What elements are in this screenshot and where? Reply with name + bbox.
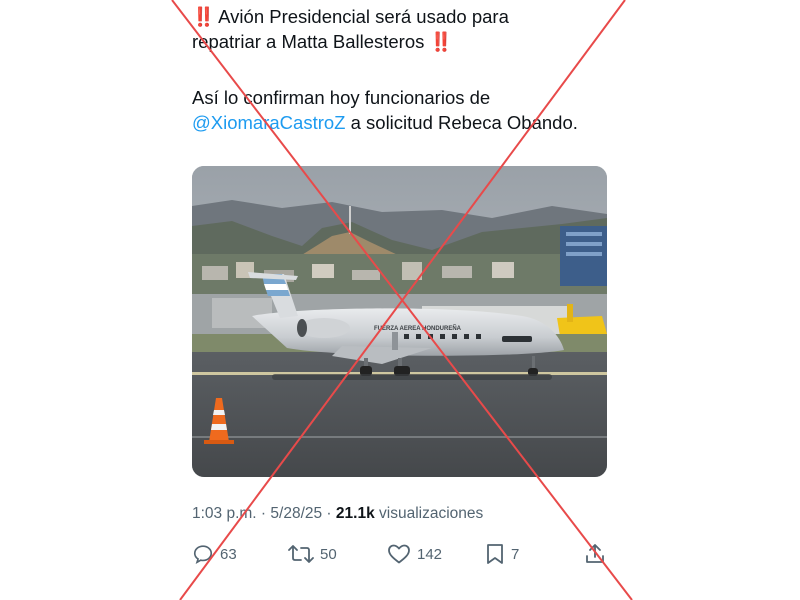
bookmark-icon <box>487 544 503 564</box>
share-button[interactable] <box>584 540 606 568</box>
tweet-line-1: ‼️ Avión Presidencial será usado para <box>192 4 622 29</box>
airplane-photo: FUERZA AEREA HONDUREÑA <box>192 166 607 477</box>
repost-button[interactable]: 50 <box>288 540 337 568</box>
plane-shadow <box>272 374 552 380</box>
speech-bubble-icon <box>193 545 213 564</box>
like-button[interactable]: 142 <box>387 540 442 568</box>
views-label: visualizaciones <box>379 505 484 522</box>
reply-count: 63 <box>220 545 237 563</box>
bookmark-count: 7 <box>511 545 520 563</box>
double-exclamation-emoji: ‼️ <box>192 6 215 27</box>
double-exclamation-emoji: ‼️ <box>429 31 453 52</box>
tweet-metadata: 1:03 p.m. · 5/28/25 · 21.1k visualizacio… <box>192 505 483 523</box>
views-count: 21.1k <box>335 505 375 522</box>
tweet-line-4-text: a solicitud Rebeca Obando. <box>345 112 578 133</box>
repost-arrows-icon <box>288 545 314 563</box>
tweet-line-3: Así lo confirman hoy funcionarios de <box>192 87 491 108</box>
tweet-line-2-text: repatriar a Matta Ballesteros <box>192 31 425 52</box>
tower <box>349 206 351 234</box>
reply-button[interactable]: 63 <box>192 540 237 568</box>
tweet-line-1-text: Avión Presidencial será usado para <box>218 6 509 27</box>
action-bar: 63 50 142 7 <box>192 540 612 568</box>
repost-count: 50 <box>320 545 337 563</box>
meta-separator: · <box>322 505 336 522</box>
tweet-text: ‼️ Avión Presidencial será usado para re… <box>192 4 622 135</box>
heart-icon <box>388 544 410 564</box>
share-upload-icon <box>586 544 604 563</box>
tweet-photo[interactable]: FUERZA AEREA HONDUREÑA <box>192 166 607 477</box>
timestamp-date[interactable]: 5/28/25 <box>270 505 322 522</box>
bookmark-button[interactable]: 7 <box>485 540 519 568</box>
aircraft-livery: FUERZA AEREA HONDUREÑA <box>374 325 462 332</box>
timestamp-time[interactable]: 1:03 p.m. <box>192 505 257 522</box>
mention-link[interactable]: @XiomaraCastroZ <box>192 112 345 133</box>
like-count: 142 <box>417 545 443 563</box>
tweet-line-2: repatriar a Matta Ballesteros ‼️ <box>192 29 622 54</box>
tweet-line-4: @XiomaraCastroZ a solicitud Rebeca Oband… <box>192 110 622 135</box>
meta-separator: · <box>256 505 271 522</box>
